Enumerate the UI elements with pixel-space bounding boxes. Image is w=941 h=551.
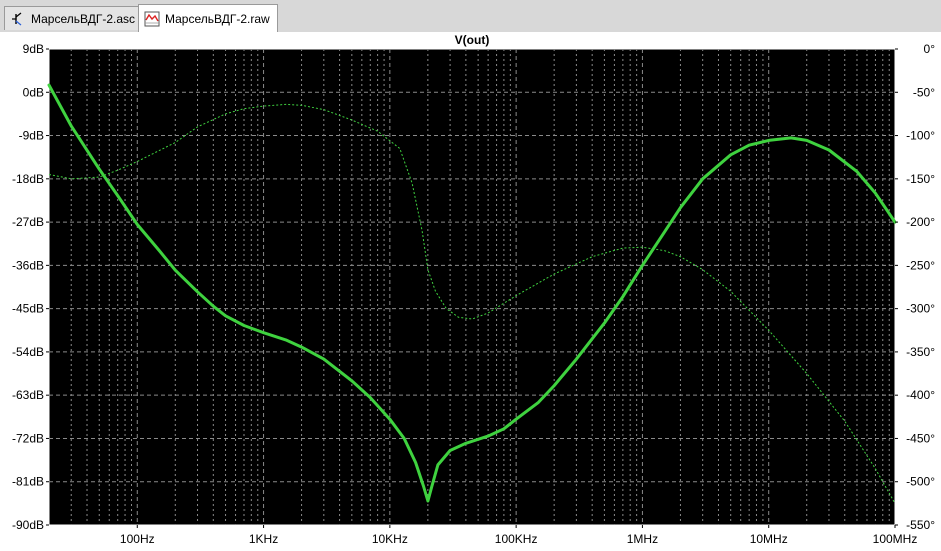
tab-waveform[interactable]: МарсельВДГ-2.raw: [138, 4, 278, 32]
y-right-tick-label: -300°: [906, 302, 935, 316]
plot-window: V(out) 9dB 0dB -9dB -18dB -27dB -36dB -45dB -54d…: [0, 32, 941, 551]
x-tick-label: 1MHz: [627, 532, 658, 546]
y-right-tick-label: -250°: [906, 258, 935, 272]
y-left-tick-label: -45dB: [12, 302, 44, 316]
tab-waveform-label: МарсельВДГ-2.raw: [165, 11, 270, 26]
y-left-tick-label: -81dB: [12, 475, 44, 489]
y-right-tick-label: -350°: [906, 345, 935, 359]
x-tick-label: 100MHz: [873, 532, 918, 546]
x-tick-label: 10KHz: [372, 532, 408, 546]
y-right-tick-label: -550°: [906, 518, 935, 532]
y-left-tick-label: 0dB: [23, 85, 44, 99]
y-right-tick-label: 0°: [924, 42, 936, 56]
y-right-tick-label: -100°: [906, 129, 935, 143]
y-left-tick-label: -36dB: [12, 258, 44, 272]
chart-title: V(out): [455, 33, 490, 47]
bode-plot[interactable]: V(out) 9dB 0dB -9dB -18dB -27dB -36dB -45dB -54d…: [0, 32, 941, 551]
y-left-tick-label: -90dB: [12, 518, 44, 532]
x-tick-label: 1KHz: [249, 532, 278, 546]
y-right-tick-label: -450°: [906, 431, 935, 445]
tab-schematic[interactable]: МарсельВДГ-2.asc: [4, 6, 144, 30]
y-left-tick-label: 9dB: [23, 42, 44, 56]
y-left-tick-label: -72dB: [12, 431, 44, 445]
y-right-tick-label: -500°: [906, 475, 935, 489]
schematic-icon: [12, 12, 22, 25]
y-right-tick-label: -400°: [906, 388, 935, 402]
x-tick-label: 10MHz: [750, 532, 788, 546]
y-right-tick-label: -50°: [913, 85, 935, 99]
y-left-tick-label: -54dB: [12, 345, 44, 359]
tab-schematic-label: МарсельВДГ-2.asc: [31, 11, 136, 26]
x-tick-label: 100KHz: [495, 532, 538, 546]
tab-bar: МарсельВДГ-2.asc МарсельВДГ-2.raw: [0, 0, 941, 32]
y-left-tick-label: -27dB: [12, 215, 44, 229]
y-right-tick-label: -200°: [906, 215, 935, 229]
x-tick-label: 100Hz: [120, 532, 155, 546]
plot-background: [48, 48, 896, 526]
y-left-tick-label: -9dB: [19, 129, 44, 143]
waveform-icon: [144, 11, 160, 26]
y-right-tick-label: -150°: [906, 172, 935, 186]
y-left-tick-label: -18dB: [12, 172, 44, 186]
y-left-tick-label: -63dB: [12, 388, 44, 402]
